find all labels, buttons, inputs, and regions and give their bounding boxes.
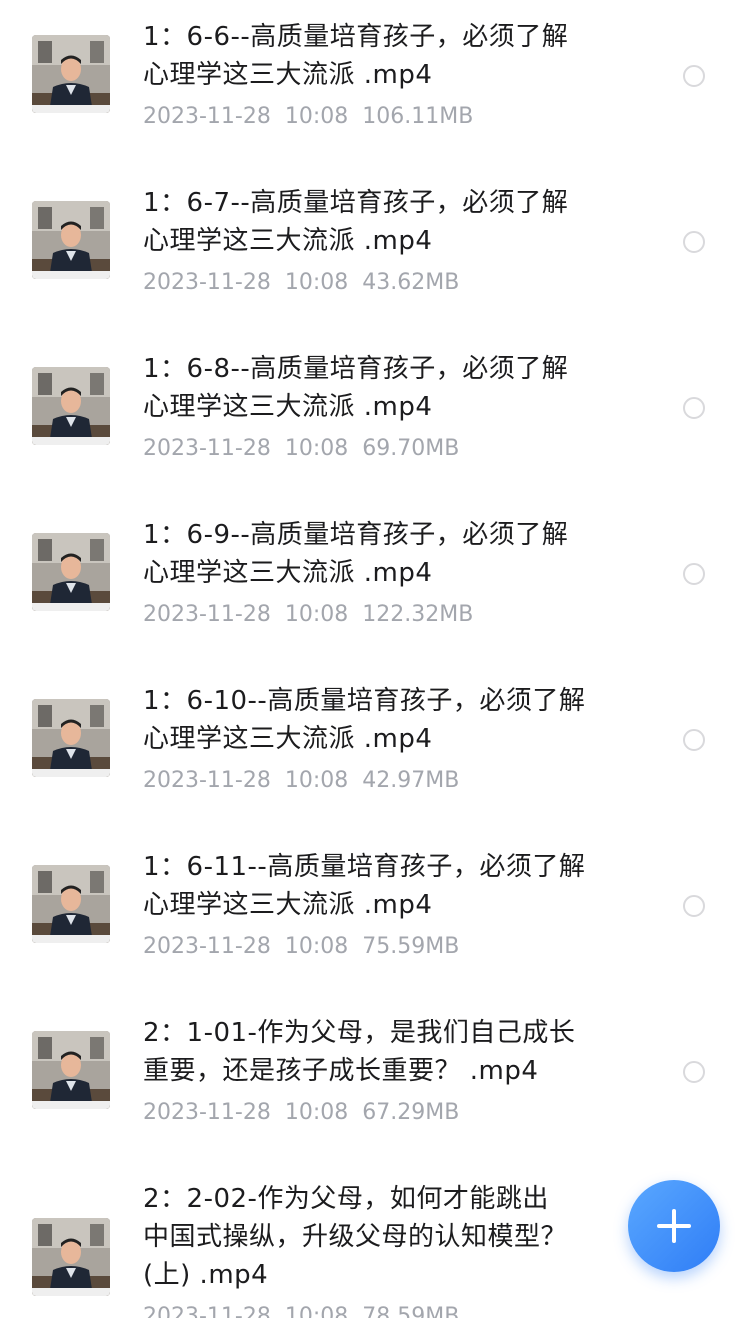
video-thumbnail xyxy=(32,367,110,445)
file-meta: 2023-11-28 10:08 122.32MB xyxy=(143,601,473,629)
select-radio[interactable] xyxy=(683,729,705,751)
file-row[interactable]: 1：6-8--高质量培育孩子，必须了解 心理学这三大流派 .mp4 2023-1… xyxy=(0,332,750,498)
file-time: 10:08 xyxy=(284,768,349,793)
file-meta: 2023-11-28 10:08 69.70MB xyxy=(143,435,459,463)
video-thumbnail xyxy=(32,699,110,777)
presenter-thumbnail-icon xyxy=(32,699,110,777)
file-size: 69.70MB xyxy=(362,436,460,461)
presenter-thumbnail-icon xyxy=(32,533,110,611)
video-thumbnail xyxy=(32,865,110,943)
file-time: 10:08 xyxy=(284,602,349,627)
file-date: 2023-11-28 xyxy=(143,104,271,129)
file-time: 10:08 xyxy=(284,104,349,129)
presenter-thumbnail-icon xyxy=(32,367,110,445)
file-list: 1：6-6--高质量培育孩子，必须了解 心理学这三大流派 .mp4 2023-1… xyxy=(0,0,750,1318)
presenter-thumbnail-icon xyxy=(32,865,110,943)
file-time: 10:08 xyxy=(284,934,349,959)
video-thumbnail xyxy=(32,201,110,279)
file-title: 2：2-02-作为父母，如何才能跳出 中国式操纵，升级父母的认知模型？ (上) … xyxy=(143,1184,568,1290)
file-date: 2023-11-28 xyxy=(143,768,271,793)
plus-icon-vertical-stroke xyxy=(672,1209,676,1243)
video-thumbnail xyxy=(32,533,110,611)
file-time: 10:08 xyxy=(284,270,349,295)
file-meta: 2023-11-28 10:08 42.97MB xyxy=(143,767,459,795)
file-title: 1：6-9--高质量培育孩子，必须了解 心理学这三大流派 .mp4 xyxy=(143,520,569,588)
file-size: 43.62MB xyxy=(362,270,460,295)
presenter-thumbnail-icon xyxy=(32,1031,110,1109)
file-row[interactable]: 1：6-7--高质量培育孩子，必须了解 心理学这三大流派 .mp4 2023-1… xyxy=(0,166,750,332)
file-meta: 2023-11-28 10:08 106.11MB xyxy=(143,103,473,131)
video-thumbnail xyxy=(32,35,110,113)
file-size: 42.97MB xyxy=(362,768,460,793)
file-row[interactable]: 1：6-6--高质量培育孩子，必须了解 心理学这三大流派 .mp4 2023-1… xyxy=(0,0,750,166)
select-radio[interactable] xyxy=(683,1061,705,1083)
select-radio[interactable] xyxy=(683,563,705,585)
file-meta: 2023-11-28 10:08 43.62MB xyxy=(143,269,459,297)
file-title: 1：6-8--高质量培育孩子，必须了解 心理学这三大流派 .mp4 xyxy=(143,354,569,422)
select-radio[interactable] xyxy=(683,895,705,917)
file-date: 2023-11-28 xyxy=(143,602,271,627)
file-title: 1：6-7--高质量培育孩子，必须了解 心理学这三大流派 .mp4 xyxy=(143,188,569,256)
select-radio[interactable] xyxy=(683,65,705,87)
select-radio[interactable] xyxy=(683,397,705,419)
file-date: 2023-11-28 xyxy=(143,1304,271,1318)
video-thumbnail xyxy=(32,1218,110,1296)
add-button[interactable] xyxy=(628,1180,720,1272)
file-size: 106.11MB xyxy=(362,104,474,129)
file-row[interactable]: 2：1-01-作为父母，是我们自己成长 重要，还是孩子成长重要？ .mp4 20… xyxy=(0,996,750,1162)
file-row[interactable]: 1：6-11--高质量培育孩子，必须了解 心理学这三大流派 .mp4 2023-… xyxy=(0,830,750,996)
presenter-thumbnail-icon xyxy=(32,1218,110,1296)
file-title: 1：6-11--高质量培育孩子，必须了解 心理学这三大流派 .mp4 xyxy=(143,852,586,920)
file-time: 10:08 xyxy=(284,1100,349,1125)
presenter-thumbnail-icon xyxy=(32,201,110,279)
video-thumbnail xyxy=(32,1031,110,1109)
select-radio[interactable] xyxy=(683,231,705,253)
file-row[interactable]: 1：6-10--高质量培育孩子，必须了解 心理学这三大流派 .mp4 2023-… xyxy=(0,664,750,830)
file-title: 2：1-01-作为父母，是我们自己成长 重要，还是孩子成长重要？ .mp4 xyxy=(143,1018,576,1086)
file-date: 2023-11-28 xyxy=(143,1100,271,1125)
file-meta: 2023-11-28 10:08 75.59MB xyxy=(143,933,459,961)
file-date: 2023-11-28 xyxy=(143,436,271,461)
file-time: 10:08 xyxy=(284,1304,349,1318)
file-row[interactable]: 1：6-9--高质量培育孩子，必须了解 心理学这三大流派 .mp4 2023-1… xyxy=(0,498,750,664)
file-meta: 2023-11-28 10:08 67.29MB xyxy=(143,1099,459,1127)
file-date: 2023-11-28 xyxy=(143,934,271,959)
file-title: 1：6-6--高质量培育孩子，必须了解 心理学这三大流派 .mp4 xyxy=(143,22,569,90)
file-meta: 2023-11-28 10:08 78.59MB xyxy=(143,1303,459,1318)
file-size: 122.32MB xyxy=(362,602,474,627)
file-date: 2023-11-28 xyxy=(143,270,271,295)
file-size: 78.59MB xyxy=(362,1304,460,1318)
file-size: 75.59MB xyxy=(362,934,460,959)
file-time: 10:08 xyxy=(284,436,349,461)
file-size: 67.29MB xyxy=(362,1100,460,1125)
presenter-thumbnail-icon xyxy=(32,35,110,113)
file-title: 1：6-10--高质量培育孩子，必须了解 心理学这三大流派 .mp4 xyxy=(143,686,586,754)
